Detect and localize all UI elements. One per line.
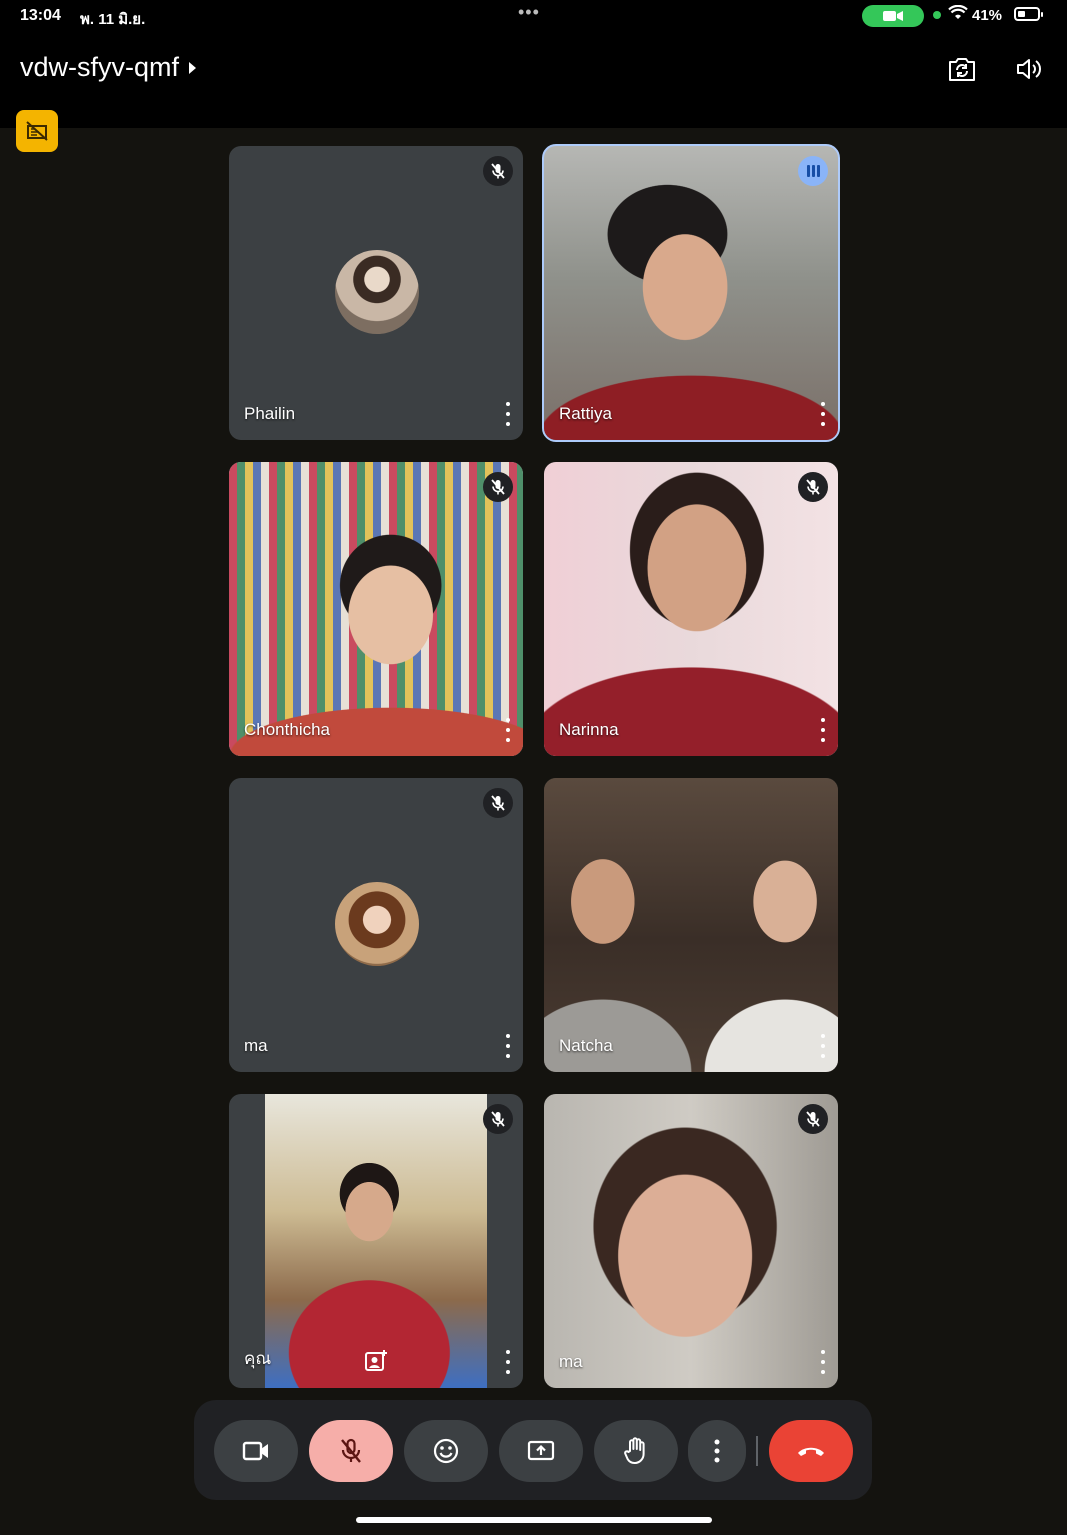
participant-video [544,1094,838,1388]
more-vert-icon [714,1439,720,1463]
participant-name: ma [244,1036,268,1055]
participant-name: Phailin [244,404,296,423]
speaking-indicator-icon [798,156,828,186]
emoji-icon [433,1438,459,1464]
video-off-badge-icon [26,121,48,141]
self-tile[interactable]: คุณ [229,1094,523,1388]
self-video [265,1094,487,1388]
mic-off-icon [798,472,828,502]
reactions-button[interactable] [404,1420,488,1482]
mic-off-icon [341,1438,361,1463]
change-background-icon[interactable] [363,1348,389,1374]
participant-name: Natcha [559,1036,613,1055]
participant-video [544,778,838,1072]
battery-icon [1014,7,1043,21]
privacy-indicator-icon [933,11,941,19]
multitasking-dots-icon[interactable]: ••• [518,2,540,23]
chevron-right-icon [189,61,197,74]
more-options-icon[interactable] [816,718,830,742]
participant-tile[interactable]: Natcha [544,778,838,1072]
more-options-icon[interactable] [816,1034,830,1058]
mic-off-icon [483,788,513,818]
participant-name: คุณ [244,1349,272,1368]
camera-icon [242,1441,268,1461]
switch-camera-button[interactable] [943,50,981,88]
present-screen-button[interactable] [499,1420,583,1482]
end-call-button[interactable] [769,1420,853,1482]
avatar [335,250,419,334]
mic-off-icon [798,1104,828,1134]
microphone-off-button[interactable] [309,1420,393,1482]
participant-video [544,146,838,440]
switch-camera-icon [949,58,975,81]
participant-tile[interactable]: Narinna [544,462,838,756]
raise-hand-button[interactable] [594,1420,678,1482]
camera-in-use-icon [862,5,924,27]
participant-tile[interactable]: Phailin [229,146,523,440]
meeting-code-button[interactable]: vdw-sfyv-qmf [20,52,197,83]
status-bar: 13:04 พ. 11 มิ.ย. ••• 41% [0,0,1067,34]
participant-video [544,462,838,756]
divider [756,1436,758,1466]
more-options-icon[interactable] [501,718,515,742]
participant-name: ma [559,1352,583,1371]
participant-name: Rattiya [559,404,612,423]
mic-off-icon [483,472,513,502]
present-screen-icon [527,1440,555,1461]
more-options-icon[interactable] [501,402,515,426]
battery-percent: 41% [972,7,1003,24]
status-time: 13:04 [20,7,61,24]
meeting-header: vdw-sfyv-qmf [0,34,1067,152]
more-options-icon[interactable] [816,402,830,426]
more-options-button[interactable] [688,1420,746,1482]
camera-button[interactable] [214,1420,298,1482]
more-options-icon[interactable] [816,1350,830,1374]
avatar [335,882,419,966]
wifi-icon [948,4,968,26]
status-date: พ. 11 มิ.ย. [80,11,146,28]
more-options-icon[interactable] [501,1034,515,1058]
meeting-code: vdw-sfyv-qmf [20,52,180,82]
hang-up-icon [798,1447,824,1456]
mic-off-icon [483,1104,513,1134]
participant-name: Narinna [559,720,619,739]
participant-tile[interactable]: Rattiya [542,144,840,442]
video-off-badge[interactable] [16,110,58,152]
more-options-icon[interactable] [501,1350,515,1374]
participant-tile[interactable]: ma [229,778,523,1072]
participant-tile[interactable]: Chonthicha [229,462,523,756]
call-controls [194,1400,872,1500]
mic-off-icon [483,156,513,186]
participant-video [229,462,523,756]
speaker-button[interactable] [1010,50,1048,88]
raise-hand-icon [624,1437,645,1465]
participant-tile[interactable]: ma [544,1094,838,1388]
participant-name: Chonthicha [244,720,331,739]
home-indicator[interactable] [356,1517,712,1523]
speaker-icon [1017,59,1041,79]
